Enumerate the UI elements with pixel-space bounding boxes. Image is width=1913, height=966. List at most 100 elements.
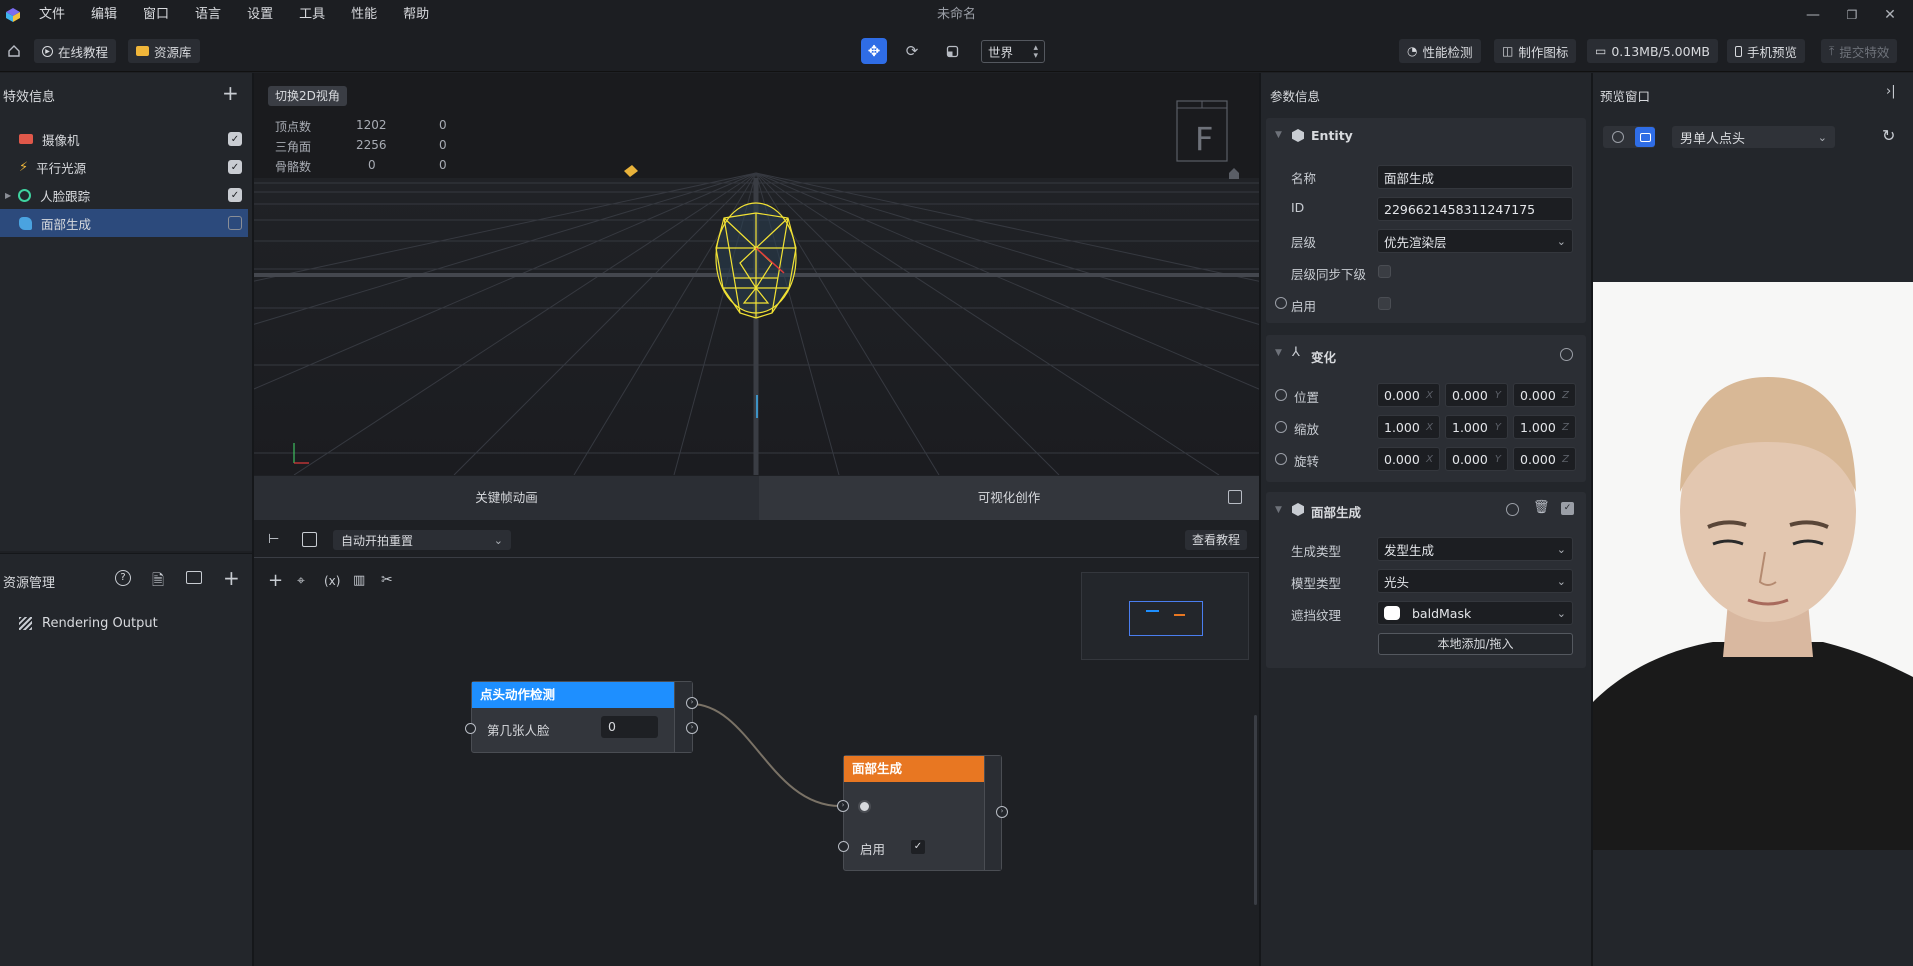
enable-checkbox[interactable]: [1378, 297, 1391, 310]
menu-performance[interactable]: 性能: [338, 0, 390, 30]
position-x-input[interactable]: 0.000 X: [1377, 383, 1440, 407]
tree-item-face-track[interactable]: ▶ 人脸跟踪 ✓: [0, 181, 248, 209]
home-icon[interactable]: [1, 38, 27, 64]
add-file-icon[interactable]: 🗎: [152, 570, 164, 595]
exec-out-port[interactable]: ›: [996, 806, 1008, 818]
collapse-arrow-icon[interactable]: ▼: [1275, 348, 1282, 358]
view-tutorial-button[interactable]: 查看教程: [1185, 530, 1248, 550]
submit-effect-button[interactable]: ⤒ 提交特效: [1821, 39, 1898, 63]
keyframe-icon[interactable]: [1275, 453, 1287, 465]
toggle-2d-button[interactable]: 切换2D视角: [268, 86, 347, 106]
graph-trigger-select[interactable]: 自动开拍重置 ⌄: [333, 530, 511, 550]
menu-settings[interactable]: 设置: [234, 0, 286, 30]
tree-item-face-gen[interactable]: 面部生成: [0, 209, 248, 237]
model-type-select[interactable]: 光头 ⌄: [1377, 569, 1573, 593]
close-window-button[interactable]: ✕: [1867, 0, 1913, 30]
refresh-icon[interactable]: ↻: [1882, 126, 1895, 145]
expand-arrow-icon[interactable]: ▶: [5, 191, 11, 200]
trash-icon[interactable]: 🗑: [1533, 500, 1550, 515]
id-input[interactable]: 2296621458311247175: [1377, 197, 1573, 221]
rotation-x-input[interactable]: 0.000 X: [1377, 447, 1440, 471]
menu-help[interactable]: 帮助: [390, 0, 442, 30]
help-icon[interactable]: ?: [115, 570, 131, 586]
divider[interactable]: [252, 73, 254, 966]
graph-scrollbar[interactable]: [1254, 715, 1257, 905]
node-face-gen-title[interactable]: 面部生成: [844, 756, 984, 782]
map-icon[interactable]: ▥: [353, 573, 365, 588]
minimap-viewport[interactable]: [1129, 601, 1203, 636]
menu-window[interactable]: 窗口: [130, 0, 182, 30]
asset-item-rendering-output[interactable]: Rendering Output: [19, 616, 158, 631]
entity-header[interactable]: Entity: [1311, 128, 1353, 143]
tree-item-camera[interactable]: 摄像机 ✓: [0, 125, 248, 153]
locate-icon[interactable]: ⌖: [297, 573, 305, 589]
hierarchy-icon[interactable]: ⊢: [268, 532, 279, 547]
maximize-panel-icon[interactable]: [1228, 490, 1242, 504]
mask-texture-select[interactable]: baldMask ⌄: [1377, 601, 1573, 625]
layer-sync-checkbox[interactable]: [1378, 265, 1391, 278]
toggle-dot[interactable]: [858, 800, 871, 813]
rotation-y-input[interactable]: 0.000 Y: [1445, 447, 1508, 471]
face-index-input-port[interactable]: [465, 723, 476, 734]
visibility-checkbox[interactable]: ✓: [228, 132, 242, 146]
scissors-icon[interactable]: ✂: [381, 572, 393, 588]
enable-checkbox[interactable]: ✓: [911, 840, 925, 854]
view-gizmo-label[interactable]: F: [1195, 120, 1213, 158]
menu-file[interactable]: 文件: [26, 0, 78, 30]
add-node-icon[interactable]: +: [268, 572, 283, 590]
move-tool-icon[interactable]: ✥: [861, 38, 887, 64]
tree-item-light[interactable]: ⚡ 平行光源 ✓: [0, 153, 248, 181]
exec-out-port[interactable]: ›: [686, 697, 698, 709]
position-y-input[interactable]: 0.000 Y: [1445, 383, 1508, 407]
preview-source-select[interactable]: 男单人点头 ⌄: [1672, 126, 1835, 148]
tab-visual-creation[interactable]: 可视化创作: [759, 476, 1259, 520]
menu-edit[interactable]: 编辑: [78, 0, 130, 30]
keyframe-icon[interactable]: [1275, 297, 1287, 309]
scale-tool-icon[interactable]: [939, 38, 965, 64]
keyframe-icon[interactable]: [1275, 389, 1287, 401]
gen-type-select[interactable]: 发型生成 ⌄: [1377, 537, 1573, 561]
scale-x-input[interactable]: 1.000 X: [1377, 415, 1440, 439]
position-z-input[interactable]: 0.000 Z: [1513, 383, 1576, 407]
visibility-checkbox[interactable]: [228, 216, 242, 230]
add-effect-icon[interactable]: +: [222, 83, 239, 103]
visibility-checkbox[interactable]: ✓: [228, 160, 242, 174]
phone-preview-button[interactable]: 手机预览: [1727, 39, 1806, 63]
online-tutorial-button[interactable]: ▶ 在线教程: [34, 39, 117, 63]
name-input[interactable]: 面部生成: [1377, 165, 1573, 189]
visibility-checkbox[interactable]: ✓: [228, 188, 242, 202]
face-gen-header[interactable]: 面部生成: [1311, 502, 1361, 521]
scene-viewport[interactable]: F 切换2D视角 顶点数 1202 0 三角面 2256 0 骨骼数 0 0: [254, 73, 1259, 475]
reset-component-icon[interactable]: [1506, 503, 1519, 516]
keyframe-icon[interactable]: [1275, 421, 1287, 433]
enable-input-port[interactable]: [838, 841, 849, 852]
scale-y-input[interactable]: 1.000 Y: [1445, 415, 1508, 439]
make-icon-button[interactable]: ◫ 制作图标: [1494, 39, 1577, 63]
add-local-button[interactable]: 本地添加/拖入: [1378, 633, 1573, 655]
node-nod-detect-title[interactable]: 点头动作检测: [472, 682, 674, 708]
add-folder-icon[interactable]: [186, 571, 202, 584]
video-source-icon[interactable]: [1635, 127, 1655, 147]
collapse-arrow-icon[interactable]: ▼: [1275, 130, 1282, 140]
divider[interactable]: [1259, 73, 1261, 966]
component-enable-checkbox[interactable]: ✓: [1561, 502, 1574, 515]
exec-in-port[interactable]: ›: [837, 800, 849, 812]
camera-off-icon[interactable]: [1612, 131, 1624, 143]
menu-tools[interactable]: 工具: [286, 0, 338, 30]
space-select[interactable]: 世界 ▴ ▾: [981, 40, 1045, 63]
asset-library-button[interactable]: 资源库: [128, 39, 200, 63]
tab-keyframe-animation[interactable]: 关键帧动画: [254, 476, 759, 520]
perf-check-button[interactable]: ◔ 性能检测: [1399, 39, 1481, 63]
divider[interactable]: [1591, 73, 1593, 966]
rotation-z-input[interactable]: 0.000 Z: [1513, 447, 1576, 471]
exec-out-port-2[interactable]: ›: [686, 722, 698, 734]
variable-icon[interactable]: (x): [324, 574, 340, 588]
layout-icon[interactable]: [302, 532, 317, 547]
face-index-input[interactable]: 0: [601, 716, 658, 738]
collapse-arrow-icon[interactable]: ▼: [1275, 505, 1282, 515]
transform-header[interactable]: 变化: [1311, 347, 1336, 366]
menu-language[interactable]: 语言: [182, 0, 234, 30]
rotate-tool-icon[interactable]: ⟳: [899, 38, 925, 64]
scale-z-input[interactable]: 1.000 Z: [1513, 415, 1576, 439]
add-asset-icon[interactable]: +: [223, 566, 240, 590]
